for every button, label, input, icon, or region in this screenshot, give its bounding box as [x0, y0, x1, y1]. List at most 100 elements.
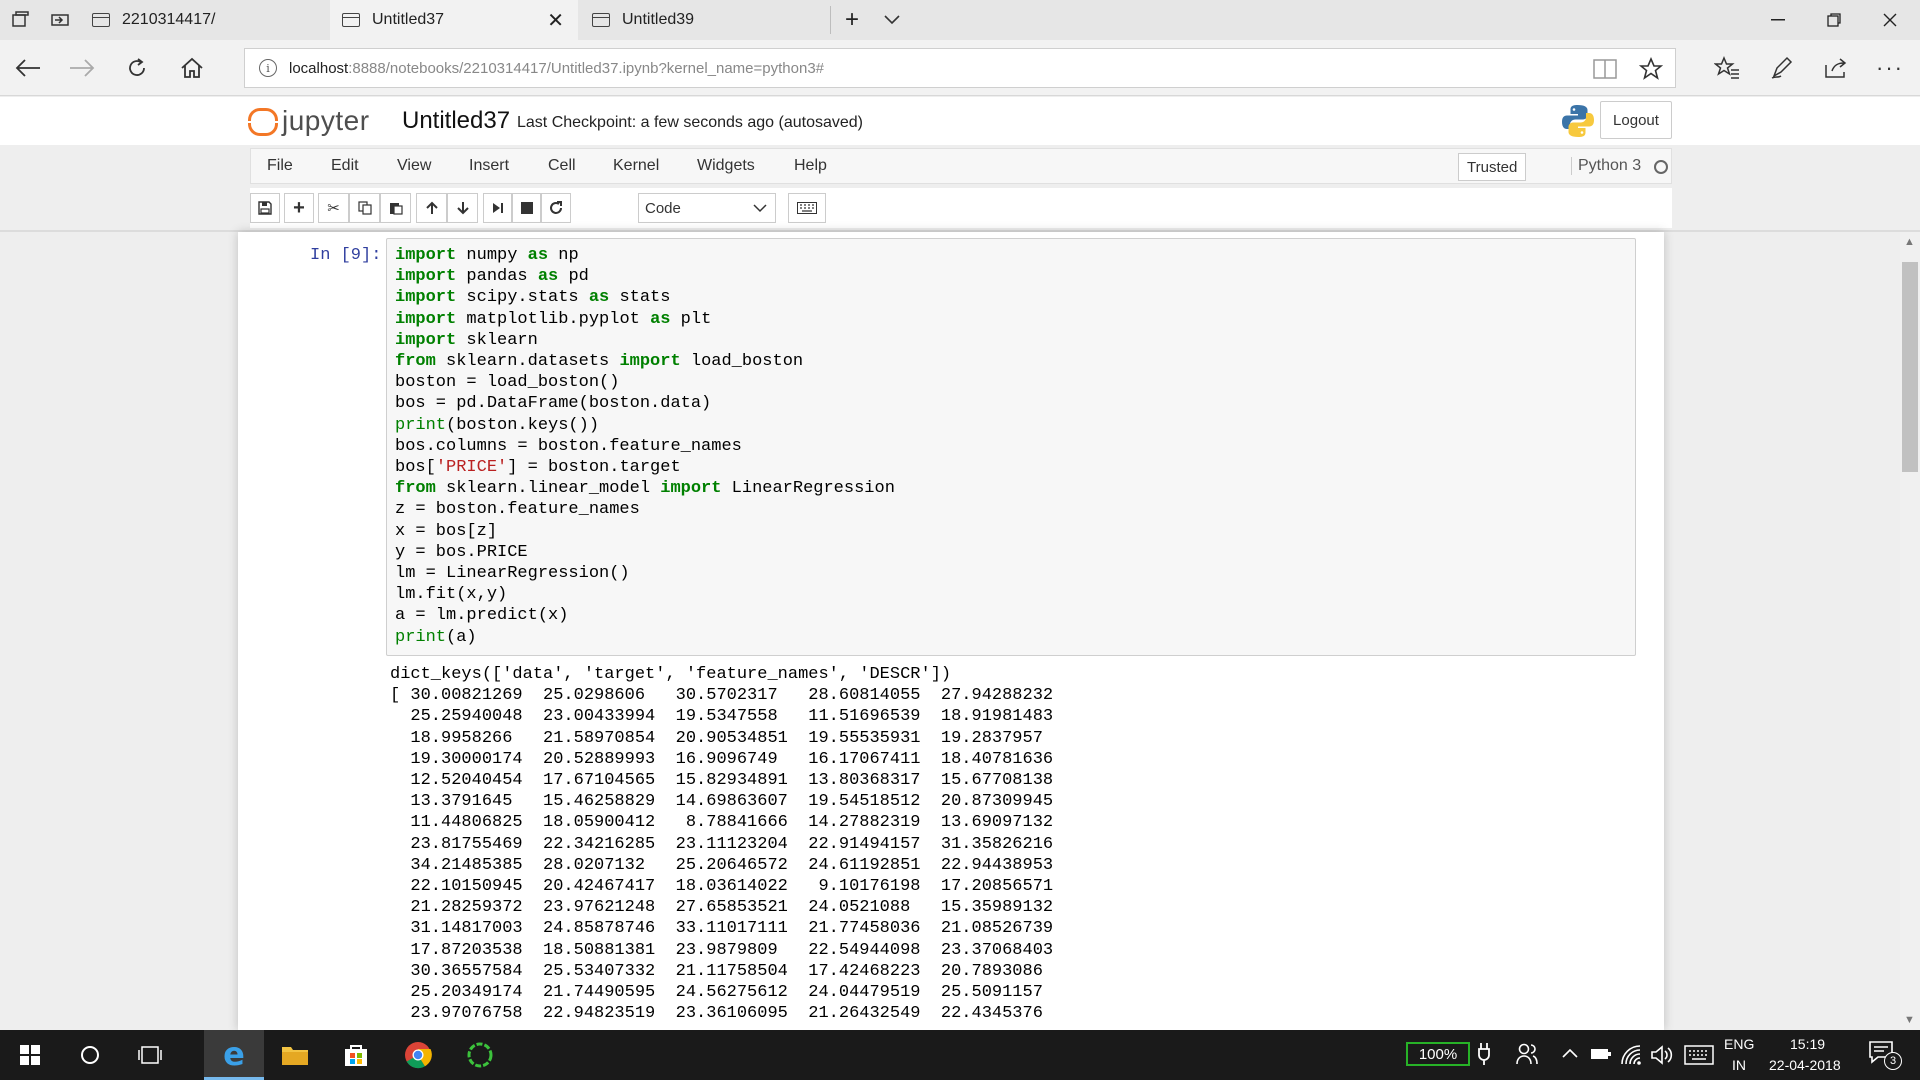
more-actions-icon[interactable]: ···	[1870, 48, 1910, 88]
command-palette-button[interactable]	[788, 193, 826, 223]
clock-date[interactable]: 22-04-2018	[1769, 1057, 1841, 1073]
python-logo-icon	[1560, 103, 1596, 139]
tab-title: Untitled39	[622, 11, 695, 28]
scroll-up-arrow-icon[interactable]: ▲	[1904, 236, 1915, 248]
chrome-icon[interactable]	[388, 1030, 448, 1080]
menu-cell[interactable]: Cell	[548, 157, 576, 175]
people-icon[interactable]	[1516, 1042, 1538, 1071]
jupyter-logo-text: jupyter	[282, 105, 370, 136]
copy-button[interactable]	[349, 193, 380, 223]
site-info-icon[interactable]: i	[259, 59, 277, 77]
menu-help[interactable]: Help	[794, 157, 827, 175]
file-explorer-icon[interactable]	[265, 1030, 325, 1080]
move-down-button[interactable]	[447, 193, 478, 223]
browser-nav-bar: i localhost:8888/notebooks/2210314417/Un…	[0, 40, 1920, 96]
move-up-button[interactable]	[416, 193, 447, 223]
store-icon[interactable]	[326, 1030, 386, 1080]
paste-button[interactable]	[380, 193, 411, 223]
input-language-bottom[interactable]: IN	[1732, 1057, 1746, 1073]
output-line: 22.10150945 20.42467417 18.03614022 9.10…	[390, 877, 1054, 897]
back-icon[interactable]	[8, 48, 48, 88]
tab-title: Untitled37	[372, 11, 445, 28]
output-line: 30.36557584 25.53407332 21.11758504 17.4…	[390, 961, 1043, 981]
output-line: 21.28259372 23.97621248 27.65853521 24.0…	[390, 898, 1054, 918]
menu-kernel[interactable]: Kernel	[613, 157, 659, 175]
stop-icon	[520, 202, 533, 214]
tab-untitled37[interactable]: Untitled37 ✕	[330, 0, 578, 40]
tab-aside-icon[interactable]	[40, 0, 80, 40]
notification-count-badge: 3	[1884, 1052, 1902, 1070]
kernel-name: Python 3	[1571, 157, 1641, 175]
insert-cell-button[interactable]: +	[284, 193, 314, 223]
minimize-icon[interactable]	[1750, 0, 1806, 40]
output-line: 34.21485385 28.0207132 25.20646572 24.61…	[390, 855, 1054, 875]
new-tab-icon[interactable]: +	[832, 0, 872, 40]
tab-manager-icon[interactable]	[0, 0, 40, 40]
favorite-star-icon[interactable]	[1638, 56, 1664, 86]
input-language-top[interactable]: ENG	[1724, 1036, 1754, 1052]
page-icon	[342, 13, 360, 27]
menu-edit[interactable]: Edit	[331, 157, 359, 175]
cell-type-select[interactable]: Code	[638, 193, 776, 223]
scrollbar-thumb[interactable]	[1902, 262, 1918, 472]
code-text: import numpy as np import pandas as pd i…	[395, 246, 895, 647]
tab-untitled39[interactable]: Untitled39	[580, 0, 830, 40]
restore-icon[interactable]	[1806, 0, 1862, 40]
output-line: 25.20349174 21.74490595 24.56275612 24.0…	[390, 983, 1043, 1003]
refresh-icon[interactable]	[117, 48, 157, 88]
volume-icon[interactable]	[1650, 1044, 1674, 1071]
close-tab-icon[interactable]: ✕	[547, 8, 564, 33]
battery-percentage[interactable]: 100%	[1406, 1042, 1470, 1066]
menu-file[interactable]: File	[267, 157, 293, 175]
interrupt-kernel-button[interactable]	[512, 193, 541, 223]
power-plug-icon[interactable]	[1478, 1042, 1490, 1071]
output-line: 11.44806825 18.05900412 8.78841666 14.27…	[390, 813, 1054, 833]
windows-start-icon[interactable]	[0, 1030, 60, 1080]
share-icon[interactable]	[1816, 48, 1856, 88]
scissors-icon: ✂	[327, 200, 340, 217]
restart-kernel-button[interactable]	[541, 193, 571, 223]
page-scrollbar[interactable]: ▲ ▼	[1900, 232, 1920, 1030]
tab-divider	[830, 6, 831, 34]
reading-view-icon[interactable]	[1593, 58, 1617, 85]
touch-keyboard-icon[interactable]	[1684, 1044, 1714, 1071]
logout-button[interactable]: Logout	[1600, 101, 1672, 139]
cortana-search-icon[interactable]	[60, 1030, 120, 1080]
wifi-icon[interactable]	[1620, 1044, 1644, 1071]
menu-view[interactable]: View	[397, 157, 431, 175]
tab-list-chevron-icon[interactable]	[872, 0, 912, 40]
code-cell-input[interactable]: import numpy as np import pandas as pd i…	[386, 238, 1636, 656]
scroll-down-arrow-icon[interactable]: ▼	[1904, 1014, 1915, 1026]
task-view-icon[interactable]	[120, 1030, 180, 1080]
jupyter-logo-icon	[248, 106, 278, 136]
cell-output: dict_keys(['data', 'target', 'feature_na…	[390, 664, 1053, 1024]
battery-icon[interactable]	[1590, 1046, 1612, 1067]
menu-widgets[interactable]: Widgets	[697, 157, 755, 175]
url-path: :8888/notebooks/2210314417/Untitled37.ip…	[348, 59, 824, 77]
show-hidden-icons-chevron-icon[interactable]	[1562, 1046, 1578, 1064]
notebook-name[interactable]: Untitled37	[402, 107, 510, 135]
output-line: 13.3791645 15.46258829 14.69863607 19.54…	[390, 792, 1054, 812]
favorites-hub-icon[interactable]	[1707, 48, 1747, 88]
notebook-toolbar: + ✂ Code	[250, 188, 1672, 228]
home-icon[interactable]	[172, 48, 212, 88]
forward-icon[interactable]	[62, 48, 102, 88]
address-bar[interactable]: i localhost:8888/notebooks/2210314417/Un…	[244, 48, 1676, 88]
clock-time[interactable]: 15:19	[1790, 1036, 1825, 1052]
web-note-pen-icon[interactable]	[1762, 48, 1802, 88]
edge-browser-icon[interactable]: e	[204, 1030, 264, 1080]
output-line: 23.97076758 22.94823519 23.36106095 21.2…	[390, 1004, 1043, 1024]
close-window-icon[interactable]	[1862, 0, 1918, 40]
menu-insert[interactable]: Insert	[469, 157, 509, 175]
app-ring-icon[interactable]	[450, 1030, 510, 1080]
save-button[interactable]	[250, 193, 280, 223]
notebook-page: In [9]: import numpy as np import pandas…	[238, 232, 1664, 1030]
action-center-icon[interactable]: 3	[1868, 1040, 1902, 1070]
chevron-down-icon	[753, 200, 767, 216]
copy-icon	[357, 201, 372, 215]
tab-2210314417[interactable]: 2210314417/	[88, 0, 328, 40]
jupyter-logo[interactable]: jupyter	[248, 105, 370, 137]
trusted-indicator[interactable]: Trusted	[1458, 153, 1527, 181]
run-cell-button[interactable]	[483, 193, 512, 223]
cut-button[interactable]: ✂	[318, 193, 349, 223]
